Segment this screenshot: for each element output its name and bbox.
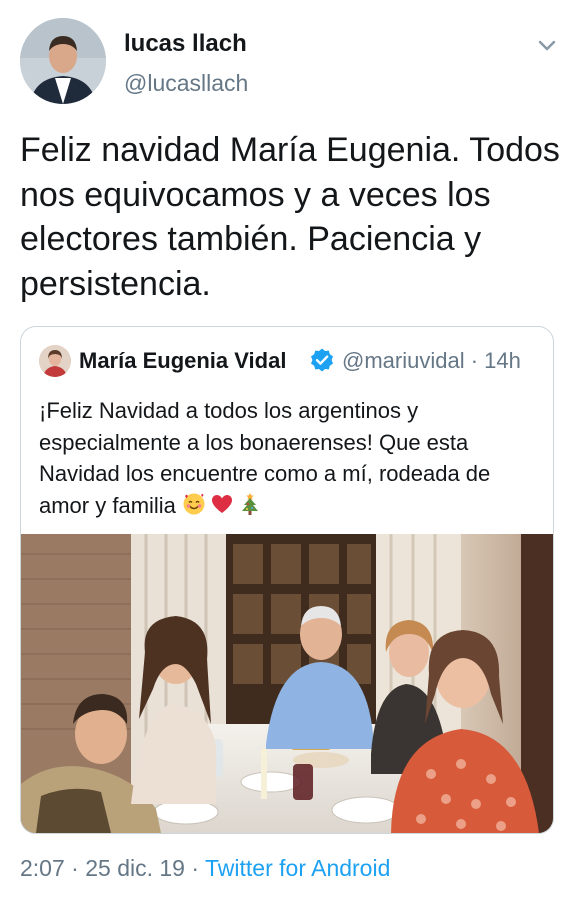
quoted-author-meta: @mariuvidal · 14h — [342, 348, 521, 374]
quoted-text-body: ¡Feliz Navidad a todos los argentinos y … — [39, 398, 491, 518]
tweet-text: Feliz navidad María Eugenia. Todos nos e… — [20, 131, 560, 303]
author-handle[interactable]: @lucasllach — [124, 70, 248, 97]
tweet-source-link[interactable]: Twitter for Android — [205, 855, 390, 881]
family-christmas-dinner-photo[interactable] — [21, 534, 553, 833]
author-name[interactable]: lucas llach — [124, 30, 247, 58]
red-heart-icon — [210, 492, 234, 525]
quoted-author-avatar — [39, 345, 71, 377]
quoted-author-handle: @mariuvidal — [342, 348, 465, 373]
quoted-author-name: María Eugenia Vidal — [79, 348, 287, 373]
tweet-date[interactable]: 25 dic. 19 — [85, 855, 185, 881]
christmas-tree-icon — [238, 492, 262, 525]
author-avatar[interactable] — [20, 18, 106, 104]
quoted-tweet-text: ¡Feliz Navidad a todos los argentinos y … — [39, 395, 539, 524]
tweet-time[interactable]: 2:07 — [20, 855, 65, 881]
quoted-tweet[interactable]: María Eugenia Vidal @mariuvidal · 14h ¡F… — [20, 326, 554, 834]
quoted-tweet-header: María Eugenia Vidal @mariuvidal · 14h — [39, 345, 539, 379]
tweet-meta: 2:07 · 25 dic. 19 · Twitter for Android — [20, 855, 390, 882]
dot-separator: · — [470, 348, 479, 373]
tweet-header: lucas llach @lucasllach — [20, 18, 560, 108]
verified-badge-icon — [309, 347, 335, 373]
quoted-time: 14h — [484, 348, 521, 373]
dot-separator: · — [191, 855, 200, 881]
chevron-down-icon[interactable] — [534, 32, 560, 58]
smiling-face-with-hearts-icon — [182, 492, 206, 525]
dot-separator: · — [71, 855, 79, 881]
